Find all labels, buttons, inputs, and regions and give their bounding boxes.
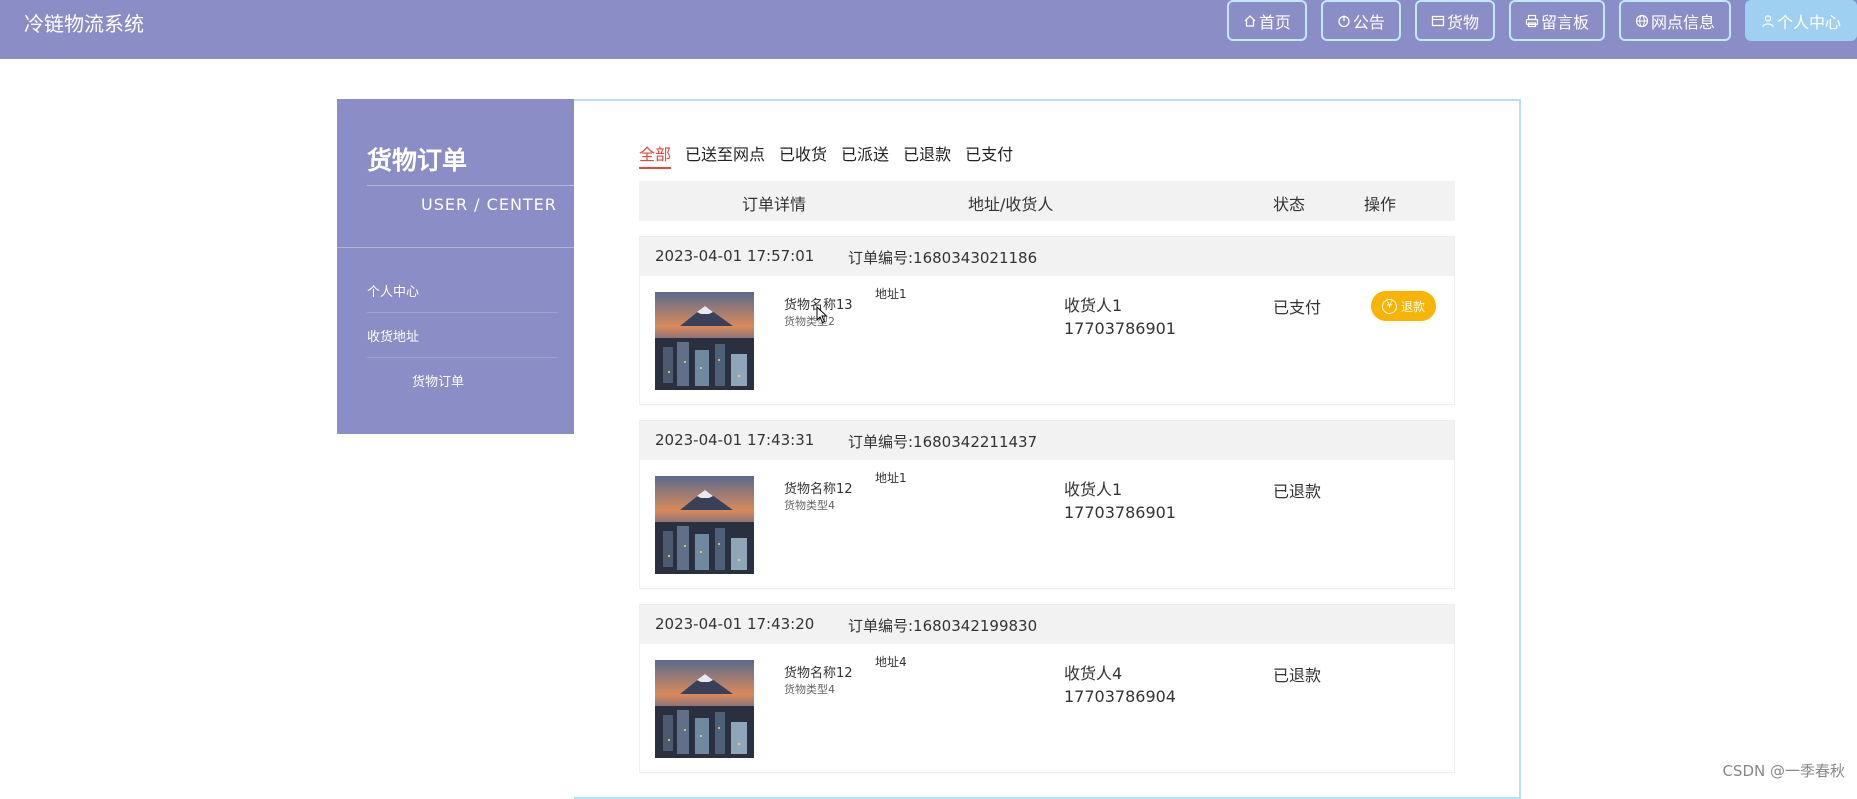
header-actions: 操作 <box>1364 191 1396 215</box>
receiver-info: 收货人4 17703786904 <box>1064 662 1176 708</box>
order-status: 已退款 <box>1273 662 1321 686</box>
header-status: 状态 <box>1273 191 1305 215</box>
receiver-name: 收货人1 <box>1064 294 1176 317</box>
nav-outlet-info-button[interactable]: 网点信息 <box>1619 0 1731 41</box>
nav-message-board-button[interactable]: 留言板 <box>1509 0 1605 41</box>
top-navbar: 冷链物流系统 首页 公告 货物 留言板 <box>0 0 1857 59</box>
order-status: 已支付 <box>1273 294 1321 318</box>
home-icon <box>1243 14 1257 28</box>
goods-name[interactable]: 货物名称12 <box>784 662 853 681</box>
goods-thumbnail[interactable] <box>655 292 754 390</box>
nav-outlet-info-label: 网点信息 <box>1651 9 1715 33</box>
nav-home-button[interactable]: 首页 <box>1227 0 1307 41</box>
sidebar-divider <box>337 247 574 248</box>
delivery-address: 地址4 <box>875 653 907 670</box>
sidebar-divider <box>367 185 574 186</box>
order-number: 订单编号:1680342199830 <box>848 615 1037 636</box>
tab-delivered-to-outlet[interactable]: 已送至网点 <box>685 141 765 169</box>
watermark: CSDN @一季春秋 <box>1722 760 1845 781</box>
orders-table-header: 订单详情 地址/收货人 状态 操作 <box>639 181 1455 221</box>
nav-personal-center-button[interactable]: 个人中心 <box>1745 0 1857 41</box>
nav-goods-label: 货物 <box>1447 9 1479 33</box>
app-title: 冷链物流系统 <box>24 8 144 37</box>
order-card: 2023-04-01 17:43:31 订单编号:1680342211437 <box>639 420 1455 589</box>
sidebar-item-personal-center[interactable]: 个人中心 <box>367 268 557 313</box>
tab-all[interactable]: 全部 <box>639 141 671 169</box>
tab-refunded[interactable]: 已退款 <box>903 141 951 169</box>
order-header: 2023-04-01 17:43:31 订单编号:1680342211437 <box>640 421 1454 460</box>
delivery-address: 地址1 <box>875 285 907 302</box>
order-header: 2023-04-01 17:57:01 订单编号:1680343021186 <box>640 237 1454 276</box>
nav-personal-center-label: 个人中心 <box>1777 9 1841 33</box>
package-icon <box>1431 14 1445 28</box>
printer-icon <box>1525 14 1539 28</box>
yen-icon: ¥ <box>1382 299 1397 314</box>
order-status: 已退款 <box>1273 478 1321 502</box>
receiver-name: 收货人1 <box>1064 478 1176 501</box>
order-number: 订单编号:1680342211437 <box>848 431 1037 452</box>
user-center-sidebar: 货物订单 USER / CENTER 个人中心 收货地址 货物订单 <box>337 99 574 434</box>
sidebar-item-goods-orders[interactable]: 货物订单 <box>367 358 557 403</box>
receiver-phone: 17703786901 <box>1064 317 1176 340</box>
goods-type: 货物类型4 <box>784 497 835 513</box>
order-card: 2023-04-01 17:57:01 订单编号:1680343021186 <box>639 236 1455 405</box>
sidebar-subtitle: USER / CENTER <box>421 195 557 214</box>
nav-notice-label: 公告 <box>1353 9 1385 33</box>
receiver-info: 收货人1 17703786901 <box>1064 478 1176 524</box>
user-icon <box>1761 14 1775 28</box>
nav-home-label: 首页 <box>1259 9 1291 33</box>
receiver-phone: 17703786904 <box>1064 685 1176 708</box>
nav-message-board-label: 留言板 <box>1541 9 1589 33</box>
refund-button[interactable]: ¥ 退款 <box>1371 291 1436 321</box>
orders-panel: 全部 已送至网点 已收货 已派送 已退款 已支付 订单详情 地址/收货人 状态 … <box>574 99 1521 799</box>
receiver-name: 收货人4 <box>1064 662 1176 685</box>
receiver-phone: 17703786901 <box>1064 501 1176 524</box>
goods-thumbnail[interactable] <box>655 476 754 574</box>
nav-goods-button[interactable]: 货物 <box>1415 0 1495 41</box>
order-time: 2023-04-01 17:57:01 <box>655 247 814 265</box>
order-header: 2023-04-01 17:43:20 订单编号:1680342199830 <box>640 605 1454 644</box>
order-card: 2023-04-01 17:43:20 订单编号:1680342199830 <box>639 604 1455 773</box>
receiver-info: 收货人1 17703786901 <box>1064 294 1176 340</box>
power-icon <box>1337 14 1351 28</box>
tab-received[interactable]: 已收货 <box>779 141 827 169</box>
order-number: 订单编号:1680343021186 <box>848 247 1037 268</box>
nav-menu: 首页 公告 货物 留言板 网点信息 <box>1227 0 1857 41</box>
tab-paid[interactable]: 已支付 <box>965 141 1013 169</box>
order-time: 2023-04-01 17:43:20 <box>655 615 814 633</box>
order-time: 2023-04-01 17:43:31 <box>655 431 814 449</box>
tab-dispatched[interactable]: 已派送 <box>841 141 889 169</box>
refund-label: 退款 <box>1401 298 1425 315</box>
goods-name[interactable]: 货物名称12 <box>784 478 853 497</box>
goods-type: 货物类型4 <box>784 681 835 697</box>
nav-notice-button[interactable]: 公告 <box>1321 0 1401 41</box>
sidebar-title: 货物订单 <box>367 141 467 177</box>
order-status-tabs: 全部 已送至网点 已收货 已派送 已退款 已支付 <box>639 141 1013 169</box>
delivery-address: 地址1 <box>875 469 907 486</box>
goods-thumbnail[interactable] <box>655 660 754 758</box>
header-order-details: 订单详情 <box>742 191 806 215</box>
sidebar-item-shipping-address[interactable]: 收货地址 <box>367 313 557 358</box>
header-address-receiver: 地址/收货人 <box>968 191 1053 215</box>
globe-icon <box>1635 14 1649 28</box>
mouse-cursor-icon <box>816 306 828 324</box>
